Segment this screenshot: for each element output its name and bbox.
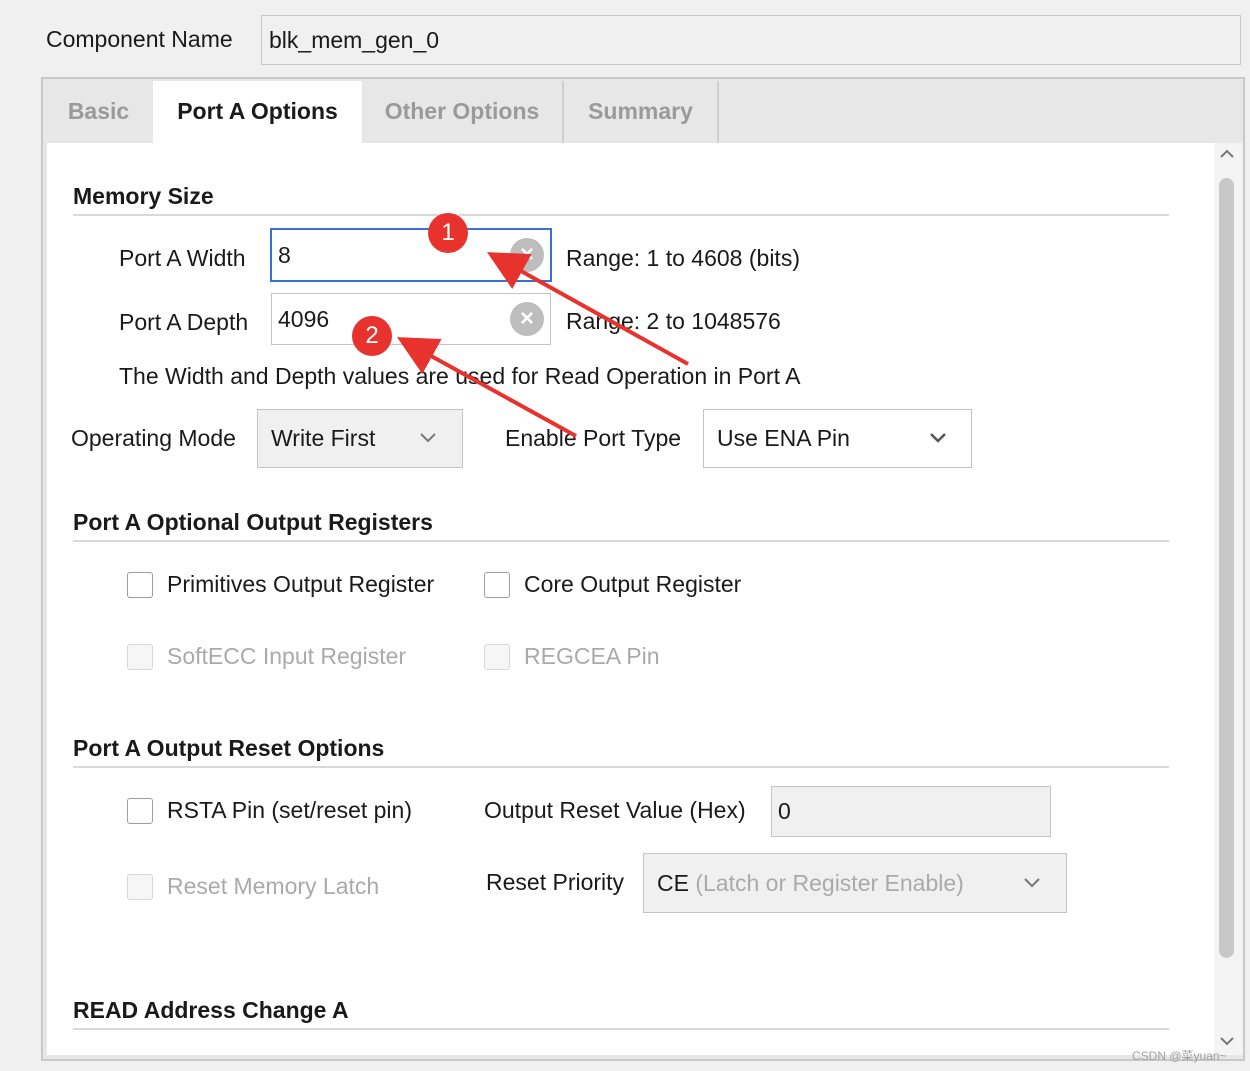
arrow-to-width-input	[487, 252, 689, 366]
annotation-badge-2: 2	[352, 316, 392, 356]
annotation-arrows	[396, 252, 689, 438]
arrow-to-depth-input	[396, 337, 577, 438]
watermark: CSDN @菜yuan~	[1132, 1049, 1227, 1063]
annotation-badge-1: 1	[428, 213, 468, 253]
